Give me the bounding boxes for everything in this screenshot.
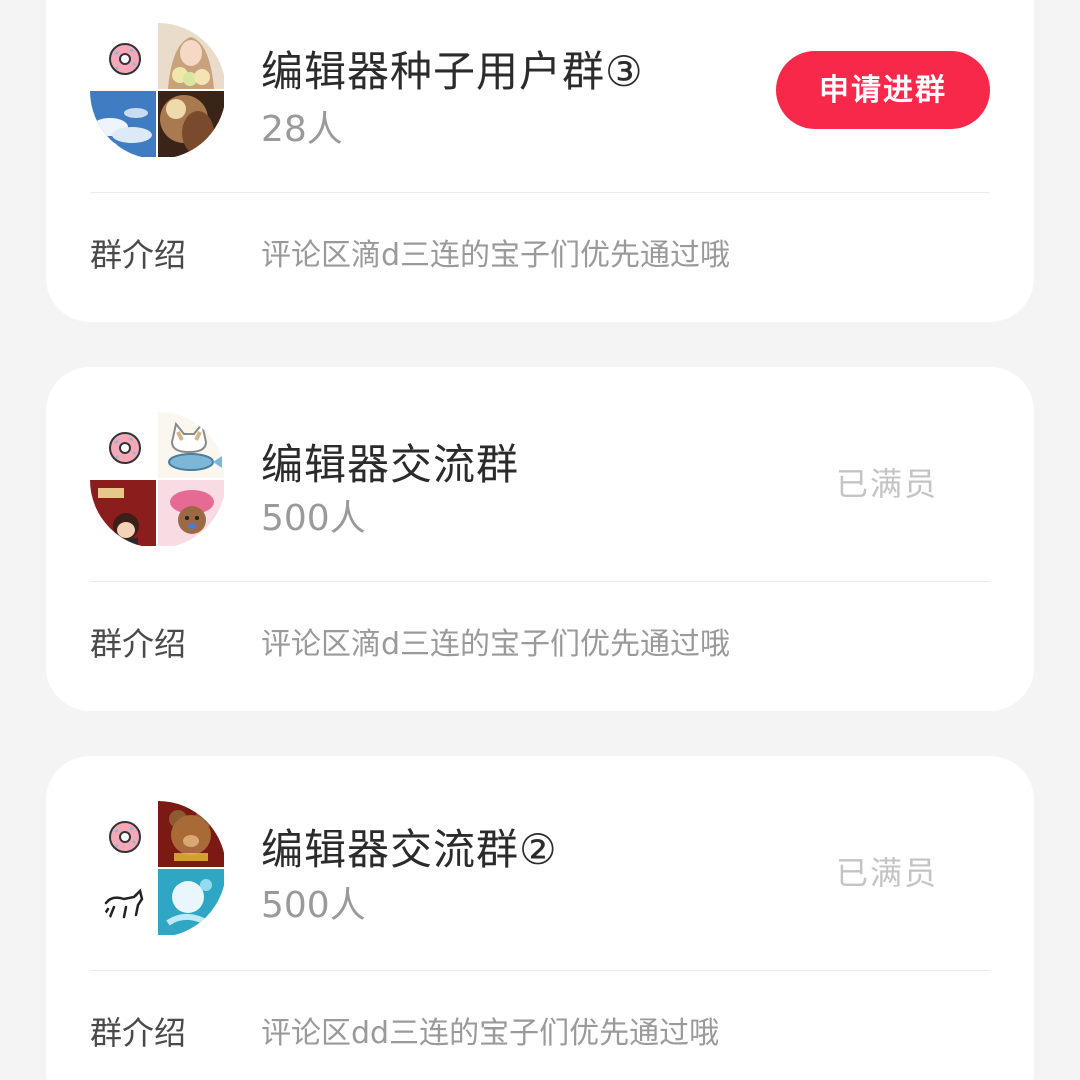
member-count: 500人 bbox=[261, 498, 366, 539]
teddy-bear-photo bbox=[158, 801, 224, 867]
pink-hat-bear-cartoon bbox=[158, 480, 224, 546]
intro-text: 评论区滴d三连的宝子们优先通过哦 bbox=[261, 238, 731, 273]
group-card[interactable]: 编辑器交流群② 500人 已满员 群介绍 评论区dd三连的宝子们优先通过哦 bbox=[46, 756, 1034, 1080]
group-card-header: 编辑器交流群② 500人 已满员 bbox=[46, 756, 1034, 970]
blue-anime-art bbox=[158, 869, 224, 935]
group-card[interactable]: 编辑器交流群 500人 已满员 群介绍 评论区滴d三连的宝子们优先通过哦 bbox=[46, 367, 1034, 711]
cat-and-fish-cartoon bbox=[158, 412, 224, 478]
intro-label: 群介绍 bbox=[90, 625, 187, 663]
group-avatar[interactable] bbox=[90, 23, 226, 159]
intro-text: 评论区dd三连的宝子们优先通过哦 bbox=[261, 1016, 720, 1051]
group-full-status: 已满员 bbox=[836, 465, 939, 503]
group-list-page: 编辑器种子用户群③ 28人 申请进群 群介绍 评论区滴d三连的宝子们优先通过哦 bbox=[0, 0, 1080, 1080]
donut-icon bbox=[90, 23, 156, 89]
running-dog-doodle bbox=[90, 869, 156, 935]
group-card-header: 编辑器交流群 500人 已满员 bbox=[46, 367, 1034, 581]
divider bbox=[90, 581, 990, 582]
warm-light-portrait-photo bbox=[158, 91, 224, 157]
divider bbox=[90, 192, 990, 193]
intro-label: 群介绍 bbox=[90, 1014, 187, 1052]
blue-sky-clouds-photo bbox=[90, 91, 156, 157]
member-count: 500人 bbox=[261, 885, 366, 926]
donut-icon bbox=[90, 801, 156, 867]
donut-icon bbox=[90, 412, 156, 478]
group-card[interactable]: 编辑器种子用户群③ 28人 申请进群 群介绍 评论区滴d三连的宝子们优先通过哦 bbox=[46, 0, 1034, 322]
group-name: 编辑器交流群② bbox=[261, 825, 558, 874]
divider bbox=[90, 970, 990, 971]
group-name: 编辑器种子用户群③ bbox=[261, 47, 644, 96]
red-poster-girl-cartoon bbox=[90, 480, 156, 546]
girl-with-flowers-photo bbox=[158, 23, 224, 89]
group-avatar[interactable] bbox=[90, 801, 226, 937]
group-name: 编辑器交流群 bbox=[261, 440, 520, 489]
group-card-header: 编辑器种子用户群③ 28人 申请进群 bbox=[46, 0, 1034, 159]
intro-text: 评论区滴d三连的宝子们优先通过哦 bbox=[261, 627, 731, 662]
group-full-status: 已满员 bbox=[836, 854, 939, 892]
intro-label: 群介绍 bbox=[90, 236, 187, 274]
member-count: 28人 bbox=[261, 109, 343, 150]
apply-join-button[interactable]: 申请进群 bbox=[776, 51, 990, 129]
group-avatar[interactable] bbox=[90, 412, 226, 548]
